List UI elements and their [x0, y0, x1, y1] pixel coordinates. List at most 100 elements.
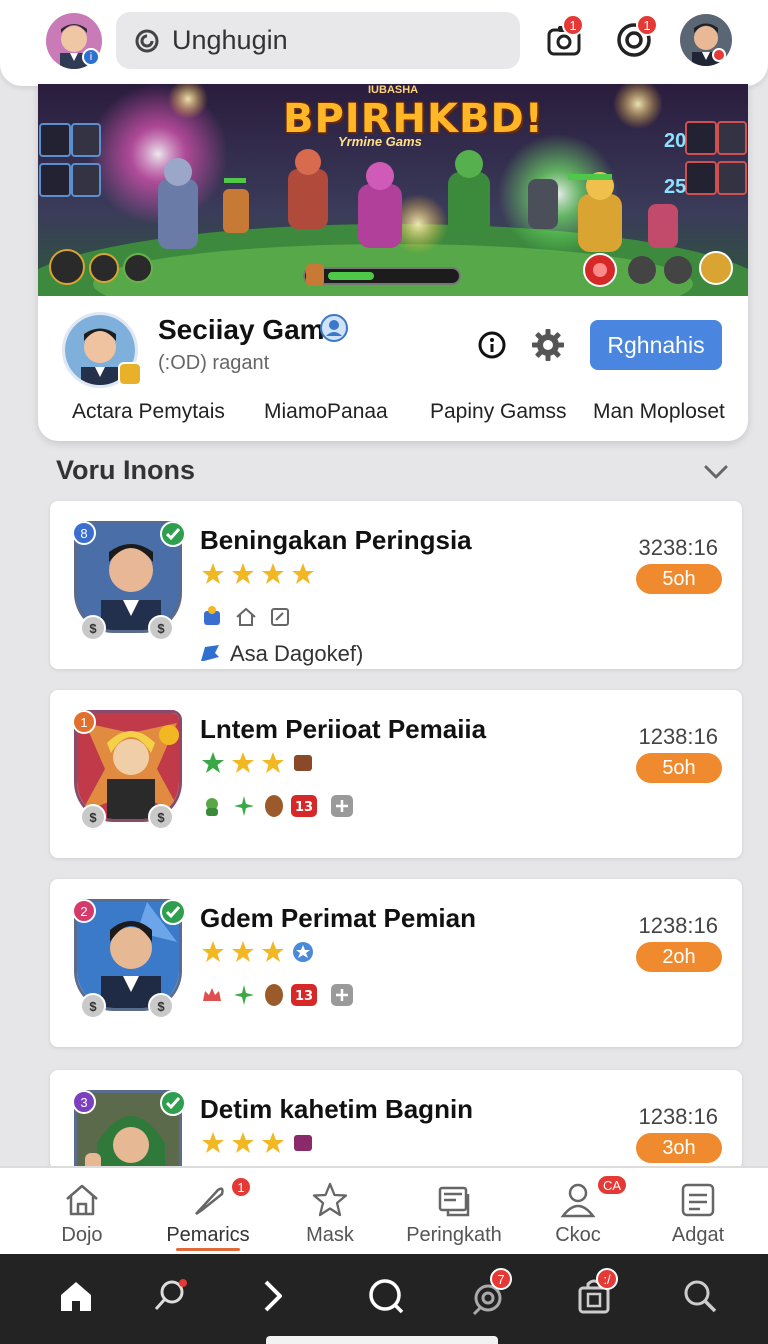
- coin-icon: $: [148, 615, 174, 641]
- trophy-icon: [204, 606, 220, 625]
- item-title: Detim kahetim Bagnin: [200, 1094, 474, 1124]
- item-note: Asa Dagokef): [230, 641, 364, 666]
- rating-stars-icon: [202, 752, 312, 773]
- crown-icon: [203, 988, 221, 1001]
- nav-item-dojo[interactable]: Dojo: [18, 1168, 146, 1256]
- level-badge-icon: 13: [291, 984, 317, 1006]
- notification-badge: 1: [562, 14, 584, 36]
- home-outline-icon: [66, 1184, 98, 1216]
- list-icon: [681, 1183, 715, 1217]
- edit-icon: [271, 608, 289, 626]
- flag-icon: [201, 645, 219, 661]
- profile-card: IUBASHA BPIRHKBD! Yrmine Gams 20 25 Seci…: [38, 84, 748, 441]
- home-icon[interactable]: [56, 1276, 96, 1316]
- coin-icon: $: [80, 804, 106, 830]
- duration-pill: 5oh: [636, 753, 722, 783]
- duration-pill: 2oh: [636, 942, 722, 972]
- coin-icon: $: [80, 993, 106, 1019]
- item-time: 1238:16: [638, 724, 718, 749]
- nav-item-adgat[interactable]: Adgat: [634, 1168, 762, 1256]
- active-indicator: [176, 1248, 240, 1251]
- profile-link[interactable]: Papiny Gamss: [430, 400, 567, 424]
- profile-name: Seciiay Gam: [158, 314, 325, 345]
- nav-item-peringkath[interactable]: Peringkath: [390, 1168, 518, 1256]
- rating-stars-icon: [202, 941, 313, 962]
- rank-badge: 8: [72, 521, 96, 545]
- shield-icon: [265, 795, 283, 817]
- status-dot: [712, 48, 726, 62]
- card-icon: [438, 1186, 470, 1217]
- list-item[interactable]: 8 $ $ Beningakan Peringsia 3238:16 5oh A…: [50, 501, 742, 669]
- profile-subtitle: (:OD) ragant: [158, 352, 270, 374]
- search-bar[interactable]: Unghugin: [116, 12, 520, 69]
- item-time: 1238:16: [638, 1104, 718, 1129]
- check-badge-icon: [160, 521, 186, 547]
- item-time: 1238:16: [638, 913, 718, 938]
- list-item[interactable]: 2 $ $ Gdem Perimat Pemian 1238:16 2oh 13: [50, 879, 742, 1047]
- nav-label: Ckoc: [555, 1224, 601, 1246]
- check-badge-icon: [160, 1090, 186, 1116]
- nav-item-mask[interactable]: Mask: [266, 1168, 394, 1256]
- banner-subtitle: Yrmine Gams: [338, 134, 422, 149]
- chevron-right-icon[interactable]: [252, 1276, 292, 1316]
- rating-stars-icon: [202, 563, 314, 584]
- coin-icon: $: [148, 804, 174, 830]
- rank-badge: 2: [72, 899, 96, 923]
- top-bar: i Unghugin 1 1: [0, 0, 768, 86]
- list-item[interactable]: 3 Detim kahetim Bagnin 1238:16 3oh: [50, 1070, 742, 1170]
- search-icon: [135, 29, 159, 52]
- banner-kicker: IUBASHA: [368, 84, 419, 96]
- score-top: 20: [664, 130, 687, 152]
- section-title: Voru Inons: [56, 455, 195, 485]
- rank-emblem-icon: [118, 362, 142, 386]
- nav-badge: 1: [230, 1176, 252, 1198]
- item-title: Gdem Perimat Pemian: [200, 903, 476, 933]
- nav-label: Adgat: [671, 1224, 725, 1246]
- rating-stars-icon: [202, 1132, 312, 1153]
- level-badge-icon: 13: [291, 795, 317, 817]
- nav-badge: CA: [596, 1174, 629, 1196]
- sparkle-icon: [234, 985, 254, 1005]
- home-mini-icon: [236, 607, 256, 626]
- person-icon: [560, 1183, 596, 1218]
- home-indicator[interactable]: [266, 1336, 498, 1344]
- system-badge: 7: [490, 1268, 512, 1290]
- nav-item-ckoc[interactable]: CA Ckoc: [514, 1168, 642, 1256]
- dragon-icon: [206, 798, 218, 816]
- svg-text:13: 13: [295, 800, 313, 815]
- coin-icon: $: [80, 615, 106, 641]
- game-banner[interactable]: IUBASHA BPIRHKBD! Yrmine Gams 20 25: [38, 84, 748, 296]
- notification-badge: 1: [636, 14, 658, 36]
- duration-pill: 3oh: [636, 1133, 722, 1163]
- system-navigation-bar: 7 :/: [0, 1254, 768, 1344]
- search-icon[interactable]: [150, 1276, 190, 1316]
- info-button[interactable]: [476, 329, 508, 361]
- nav-label: Mask: [306, 1224, 354, 1246]
- list-item[interactable]: 1 $ $ Lntem Periioat Pemaiia 1238:16 5oh…: [50, 690, 742, 858]
- search-circle-icon[interactable]: [366, 1276, 406, 1316]
- verified-shield-icon: [320, 314, 348, 342]
- coin-icon: $: [148, 993, 174, 1019]
- sparkle-icon: [234, 796, 254, 816]
- magnifier-icon[interactable]: [680, 1276, 720, 1316]
- primary-action-button[interactable]: Rghnahis: [590, 320, 722, 370]
- nav-label: Peringkath: [406, 1224, 502, 1246]
- check-badge-icon: [160, 899, 186, 925]
- duration-pill: 5oh: [636, 564, 722, 594]
- profile-link[interactable]: Actara Pemytais: [72, 400, 225, 424]
- bottom-navigation: Dojo 1 Pemarics Mask Peringkath CA Ckoc …: [0, 1166, 768, 1254]
- shield-icon: [265, 984, 283, 1006]
- item-title: Lntem Periioat Pemaiia: [200, 714, 487, 744]
- rank-badge: 1: [72, 710, 96, 734]
- score-bottom: 25: [664, 176, 687, 198]
- profile-link[interactable]: MiamoPanaa: [264, 400, 388, 424]
- nav-label: Dojo: [61, 1224, 103, 1246]
- chevron-down-icon[interactable]: [702, 462, 730, 482]
- settings-button[interactable]: [530, 327, 566, 363]
- plus-badge-icon: [331, 984, 353, 1006]
- profile-link[interactable]: Man Moploset: [593, 400, 725, 424]
- search-input[interactable]: Unghugin: [172, 25, 288, 56]
- nav-item-pemarics[interactable]: 1 Pemarics: [144, 1168, 272, 1256]
- verified-badge: i: [82, 48, 100, 66]
- item-title: Beningakan Peringsia: [200, 525, 472, 555]
